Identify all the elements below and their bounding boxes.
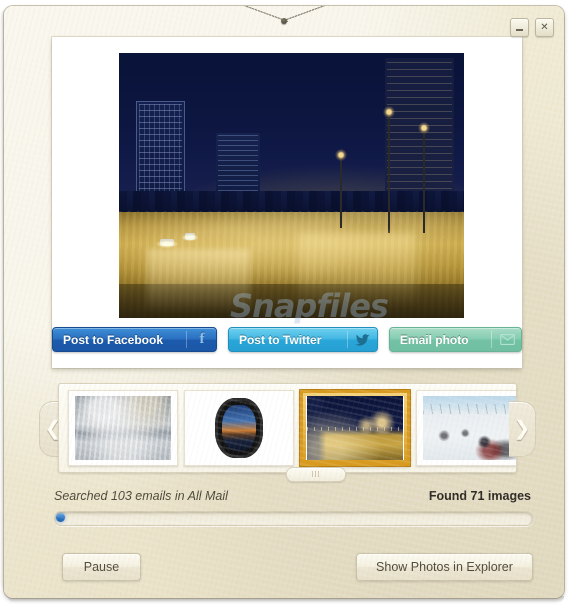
- facebook-button-divider: [185, 331, 187, 348]
- hanger-wire-left: [229, 6, 289, 22]
- filmstrip: ❮ ❯: [39, 383, 536, 482]
- thumb-snow-hill[interactable]: [416, 390, 516, 466]
- photo-lamp-1: [383, 106, 396, 234]
- search-status-text: Searched 103 emails in All Mail: [54, 489, 228, 503]
- filmstrip-next-button[interactable]: ❯: [509, 401, 536, 457]
- photo-car-1: [156, 238, 179, 248]
- thumb-airplane-window[interactable]: [184, 390, 294, 466]
- minimize-button[interactable]: [510, 18, 529, 37]
- found-images-text: Found 71 images: [428, 489, 531, 503]
- photo-light-reflection-right: [298, 233, 416, 308]
- pause-button[interactable]: Pause: [62, 553, 141, 581]
- thumb-night-city-image: [307, 396, 403, 460]
- thumb-clouds-image: [75, 396, 171, 460]
- photo-lamp-3: [334, 148, 347, 228]
- facebook-f-icon: f: [199, 331, 205, 347]
- status-row: Searched 103 emails in All Mail Found 71…: [54, 487, 531, 505]
- post-to-facebook-label: Post to Facebook: [63, 332, 164, 347]
- email-photo-button[interactable]: Email photo: [388, 327, 522, 352]
- envelope-icon: [498, 334, 516, 345]
- hanger-wire-right: [280, 6, 340, 22]
- close-button[interactable]: ✕: [535, 18, 554, 37]
- filmstrip-panel: [58, 383, 517, 473]
- picture-hanger: [4, 6, 564, 46]
- search-progress-bar: [54, 511, 533, 526]
- thumb-clouds[interactable]: [68, 390, 178, 466]
- email-photo-label: Email photo: [399, 332, 469, 347]
- thumb-airplane-window-image: [211, 396, 267, 460]
- twitter-button-divider: [346, 331, 348, 348]
- photo-light-reflection-left: [146, 249, 251, 313]
- close-icon: ✕: [540, 21, 549, 33]
- photo-lamp-2: [417, 122, 430, 234]
- photo-car-2: [181, 233, 198, 242]
- main-photo[interactable]: [119, 53, 464, 318]
- thumb-snow-hill-image: [423, 396, 516, 460]
- post-to-twitter-button[interactable]: Post to Twitter: [227, 327, 378, 352]
- search-progress-fill: [56, 513, 65, 522]
- twitter-bird-icon: [354, 333, 372, 346]
- filmstrip-scrollbar[interactable]: [39, 467, 536, 483]
- photo-building-right: [384, 58, 454, 212]
- photo-card: Snapfiles Post to Facebook f Post to Twi…: [52, 37, 522, 368]
- chevron-right-icon: ❯: [513, 418, 531, 440]
- post-to-twitter-label: Post to Twitter: [238, 332, 322, 347]
- post-to-facebook-button[interactable]: Post to Facebook f: [52, 327, 217, 352]
- email-button-divider: [491, 331, 492, 348]
- thumb-night-city[interactable]: [300, 390, 410, 466]
- filmstrip-scrollbar-thumb[interactable]: [286, 467, 346, 482]
- minimize-icon: [516, 29, 523, 31]
- window-controls: ✕: [510, 18, 554, 37]
- app-window: ✕ Snapfiles Post to Facebook f Post to T…: [4, 6, 564, 598]
- show-photos-in-explorer-button[interactable]: Show Photos in Explorer: [356, 553, 533, 581]
- social-share-row: Post to Facebook f Post to Twitter Email…: [52, 327, 522, 357]
